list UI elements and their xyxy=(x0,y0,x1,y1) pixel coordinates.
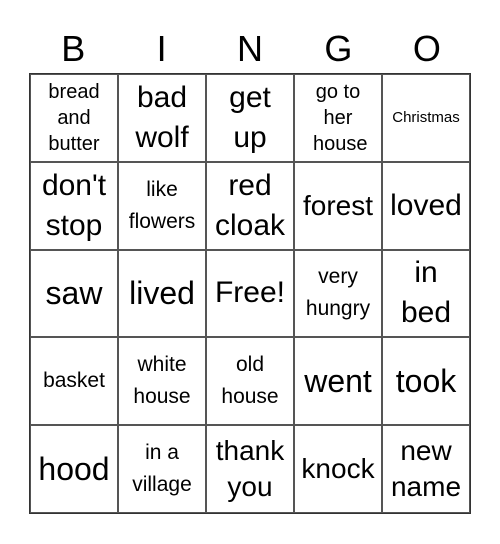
cell-text: knock xyxy=(301,453,375,485)
cell-text: Christmas xyxy=(392,109,460,127)
cell-text: very hungry xyxy=(305,265,371,321)
bingo-cell[interactable]: don't stop xyxy=(30,161,118,250)
bingo-cell[interactable]: new name xyxy=(382,425,470,513)
header-letter-n: N xyxy=(237,28,264,69)
bingo-cell[interactable]: thank you xyxy=(206,425,294,513)
cell-text: bad wolf xyxy=(135,80,189,154)
bingo-cell[interactable]: in a village xyxy=(118,425,206,513)
cell-text: Free! xyxy=(214,276,286,310)
cell-text: in bed xyxy=(400,256,452,330)
header-letter-g: G xyxy=(324,28,353,69)
bingo-cell[interactable]: forest xyxy=(294,161,382,250)
bingo-cell[interactable]: in bed xyxy=(382,249,470,338)
bingo-cell[interactable]: bread and butter xyxy=(30,74,118,162)
cell-text: like flowers xyxy=(128,177,196,233)
bingo-cell[interactable]: lived xyxy=(118,249,206,338)
cell-text: lived xyxy=(129,275,195,312)
bingo-header: B I N G O xyxy=(29,26,471,72)
bingo-cell[interactable]: loved xyxy=(382,161,470,250)
cell-text: don't stop xyxy=(41,168,107,242)
cell-text: hood xyxy=(38,451,110,488)
header-letter-i: I xyxy=(156,28,167,69)
bingo-cell[interactable]: went xyxy=(294,337,382,426)
cell-text: saw xyxy=(45,275,103,312)
cell-text: new name xyxy=(390,435,462,503)
bingo-cell[interactable]: old house xyxy=(206,337,294,426)
free-space-cell[interactable]: Free! xyxy=(206,249,294,338)
bingo-cell[interactable]: like flowers xyxy=(118,161,206,250)
cell-text: basket xyxy=(43,369,105,393)
cell-text: old house xyxy=(221,353,279,409)
bingo-cell[interactable]: knock xyxy=(294,425,382,513)
cell-text: go to her house xyxy=(313,80,368,155)
bingo-cell[interactable]: very hungry xyxy=(294,249,382,338)
bingo-cell[interactable]: took xyxy=(382,337,470,426)
header-letter-o: O xyxy=(412,28,441,69)
bingo-cell[interactable]: saw xyxy=(30,249,118,338)
bingo-grid: bread and butter bad wolf get up go to h… xyxy=(29,73,471,514)
bingo-cell[interactable]: bad wolf xyxy=(118,74,206,162)
bingo-cell[interactable]: hood xyxy=(30,425,118,513)
bingo-cell[interactable]: Christmas xyxy=(382,74,470,162)
cell-text: in a village xyxy=(132,441,192,497)
cell-text: thank you xyxy=(215,435,285,503)
cell-text: forest xyxy=(302,189,374,221)
cell-text: bread and butter xyxy=(48,80,100,155)
header-letter-b: B xyxy=(61,28,86,69)
bingo-cell[interactable]: white house xyxy=(118,337,206,426)
cell-text: took xyxy=(395,363,457,400)
cell-text: loved xyxy=(390,188,462,222)
bingo-cell[interactable]: red cloak xyxy=(206,161,294,250)
bingo-cell[interactable]: get up xyxy=(206,74,294,162)
cell-text: red cloak xyxy=(214,168,286,242)
bingo-cell[interactable]: basket xyxy=(30,337,118,426)
cell-text: white house xyxy=(133,353,191,409)
bingo-cell[interactable]: go to her house xyxy=(294,74,382,162)
cell-text: get up xyxy=(229,80,271,154)
cell-text: went xyxy=(304,363,372,400)
